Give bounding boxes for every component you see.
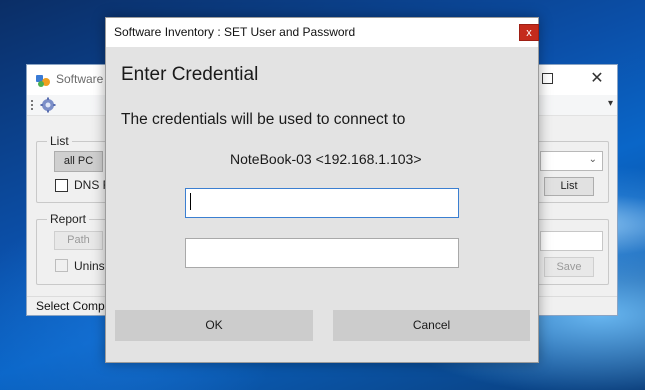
list-button[interactable]: List <box>544 177 594 196</box>
dns-checkbox[interactable] <box>55 179 68 192</box>
report-path-input[interactable] <box>540 231 603 251</box>
app-icon <box>36 75 50 87</box>
dialog-titlebar: Software Inventory : SET User and Passwo… <box>106 18 539 47</box>
ok-button[interactable]: OK <box>115 310 313 341</box>
report-group-legend: Report <box>47 212 90 226</box>
gear-icon[interactable] <box>40 97 56 113</box>
target-host-label: NoteBook-03 <192.168.1.103> <box>230 151 422 167</box>
main-window-title: Software <box>56 72 104 86</box>
chevron-down-icon: ⌄ <box>588 154 597 165</box>
computer-select[interactable]: ⌄ <box>540 151 603 171</box>
dialog-close-button[interactable]: x <box>519 24 539 41</box>
dialog-title: Software Inventory : SET User and Passwo… <box>114 25 356 39</box>
uninstall-checkbox[interactable] <box>55 259 68 272</box>
dialog-heading: Enter Credential <box>121 64 259 85</box>
uninstall-checkbox-label: Uninst <box>74 259 109 273</box>
toolbar-overflow-icon[interactable]: ▾ <box>608 98 613 109</box>
toolbar-grip-icon[interactable] <box>31 100 33 110</box>
dialog-message: The credentials will be used to connect … <box>121 111 406 128</box>
main-close-icon[interactable]: ✕ <box>587 68 607 88</box>
all-pc-button[interactable]: all PC <box>54 151 103 172</box>
status-text: Select Compu <box>36 299 112 313</box>
path-button[interactable]: Path <box>54 231 103 250</box>
cancel-button[interactable]: Cancel <box>333 310 530 341</box>
maximize-icon[interactable] <box>542 73 553 84</box>
password-input[interactable] <box>185 238 459 268</box>
save-button[interactable]: Save <box>544 257 594 277</box>
username-input[interactable] <box>185 188 459 218</box>
credential-dialog: Software Inventory : SET User and Passwo… <box>105 17 539 363</box>
text-caret <box>190 193 191 210</box>
list-group-legend: List <box>47 134 72 148</box>
